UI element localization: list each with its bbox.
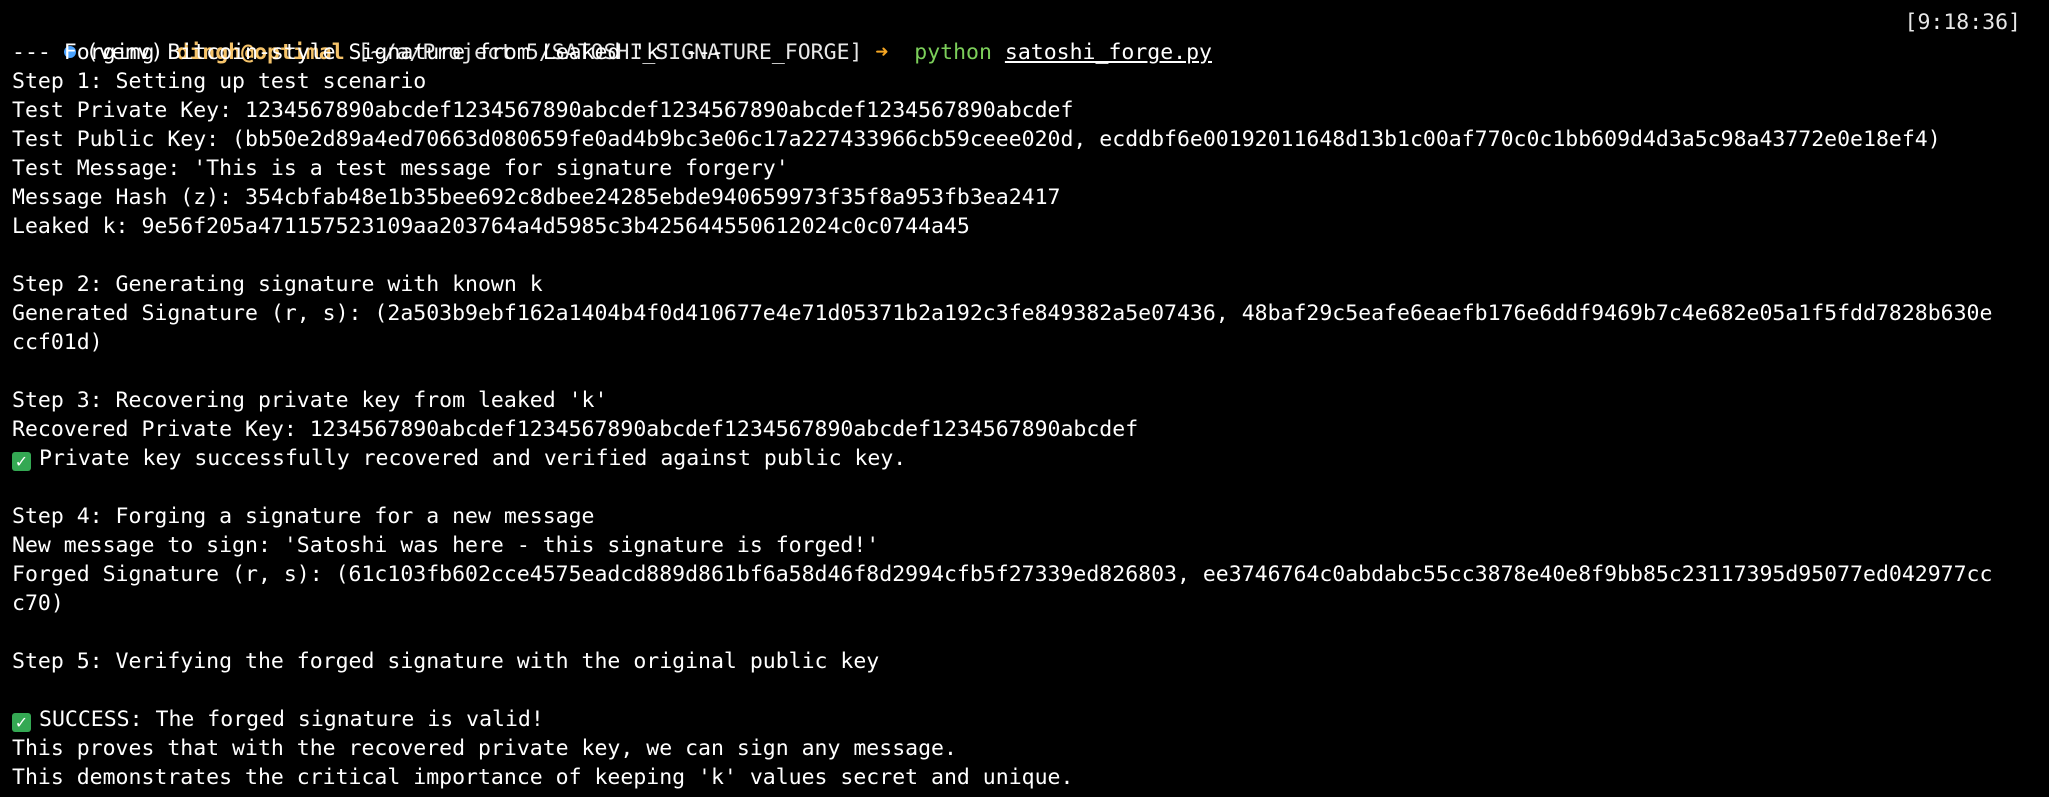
check-mark-icon: ✓: [12, 713, 31, 732]
message-hash: Message Hash (z): 354cbfab48e1b35bee692c…: [12, 185, 1061, 210]
forged-signature-line-1: Forged Signature (r, s): (61c103fb602cce…: [12, 562, 1993, 587]
test-public-key: Test Public Key: (bb50e2d89a4ed70663d080…: [12, 127, 1941, 152]
recovered-verified-line: ✓ Private key successfully recovered and …: [12, 444, 2049, 473]
step-5-heading: Step 5: Verifying the forged signature w…: [12, 649, 880, 674]
step-2-heading: Step 2: Generating signature with known …: [12, 272, 543, 297]
prompt-line: (venv) dingh@optimal [~/a/Project 5/SATO…: [12, 8, 2049, 65]
new-message: New message to sign: 'Satoshi was here -…: [12, 533, 880, 558]
demonstrates-line: This demonstrates the critical importanc…: [12, 765, 1074, 790]
forged-signature-line-2: c70): [12, 591, 64, 616]
generated-signature-line-1: Generated Signature (r, s): (2a503b9ebf1…: [12, 301, 1993, 326]
success-text: SUCCESS: The forged signature is valid!: [39, 707, 544, 732]
success-line: ✓ SUCCESS: The forged signature is valid!: [12, 705, 2049, 734]
test-private-key: Test Private Key: 1234567890abcdef123456…: [12, 98, 1074, 123]
test-message: Test Message: 'This is a test message fo…: [12, 156, 789, 181]
output-header: --- Forging Bitcoin-style Signature from…: [12, 40, 724, 65]
terminal-window[interactable]: (venv) dingh@optimal [~/a/Project 5/SATO…: [0, 0, 2049, 797]
step-4-heading: Step 4: Forging a signature for a new me…: [12, 504, 595, 529]
recovered-verified-text: Private key successfully recovered and v…: [39, 446, 907, 471]
prompt-timestamp: [9:18:36]: [1904, 10, 2022, 35]
leaked-k: Leaked k: 9e56f205a471157523109aa203764a…: [12, 214, 970, 239]
step-1-heading: Step 1: Setting up test scenario: [12, 69, 427, 94]
generated-signature-line-2: ccf01d): [12, 330, 103, 355]
check-mark-icon: ✓: [12, 452, 31, 471]
recovered-private-key: Recovered Private Key: 1234567890abcdef1…: [12, 417, 1139, 442]
proves-line: This proves that with the recovered priv…: [12, 736, 957, 761]
step-3-heading: Step 3: Recovering private key from leak…: [12, 388, 608, 413]
